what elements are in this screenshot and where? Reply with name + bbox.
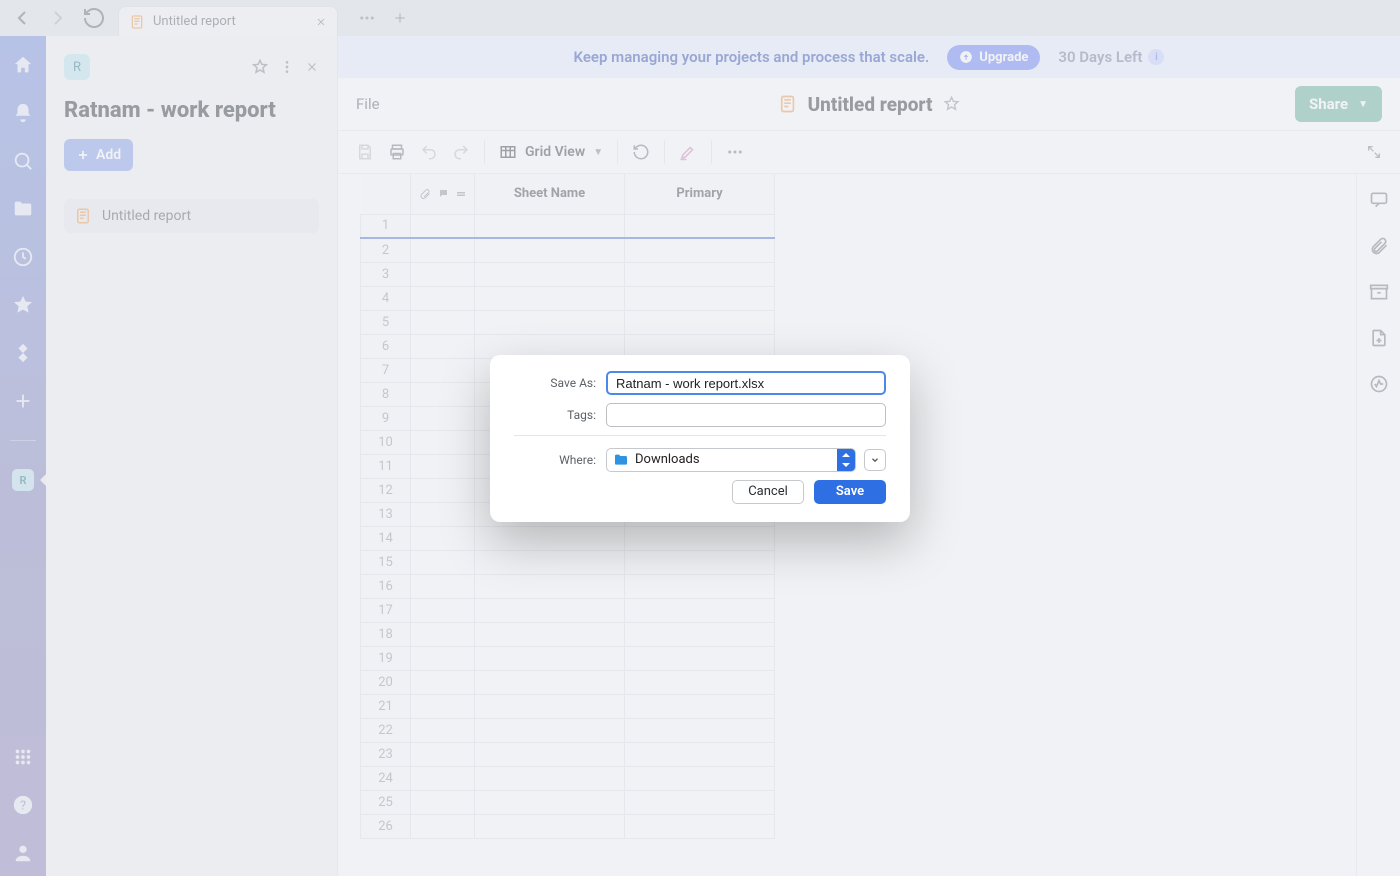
folder-icon [613, 452, 629, 468]
save-as-input[interactable] [606, 371, 886, 395]
dialog-divider [514, 435, 886, 436]
where-select[interactable]: Downloads [606, 448, 856, 472]
modal-overlay: Save As: Tags: Where: Downloads Cancel S… [0, 0, 1400, 876]
cancel-button[interactable]: Cancel [732, 480, 804, 504]
expand-dialog-button[interactable] [864, 449, 886, 471]
tags-input[interactable] [606, 403, 886, 427]
save-dialog: Save As: Tags: Where: Downloads Cancel S… [490, 355, 910, 522]
save-button[interactable]: Save [814, 480, 886, 504]
save-as-label: Save As: [514, 376, 596, 390]
where-value: Downloads [635, 452, 837, 467]
where-label: Where: [514, 453, 596, 467]
stepper-icon[interactable] [837, 448, 855, 472]
tags-label: Tags: [514, 408, 596, 422]
